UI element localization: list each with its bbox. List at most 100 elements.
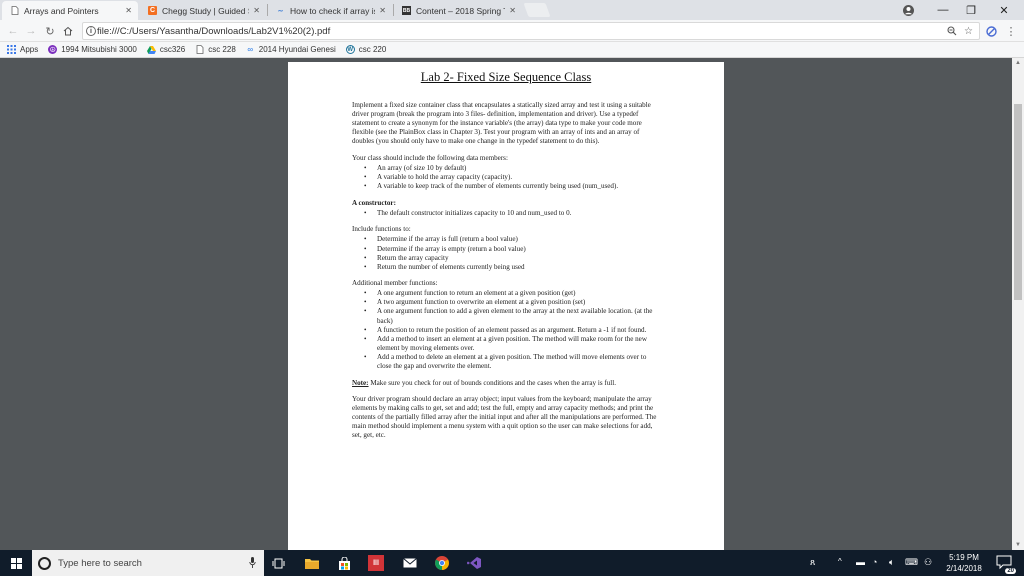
bookmark-label: csc326 bbox=[159, 45, 186, 54]
scroll-up-icon[interactable]: ▲ bbox=[1015, 60, 1021, 66]
action-center-button[interactable]: 20 bbox=[996, 554, 1016, 574]
people-icon[interactable]: ጸ bbox=[810, 557, 815, 568]
bookmark-label: 2014 Hyundai Genesi bbox=[258, 45, 336, 54]
list-item: Determine if the array is full (return a… bbox=[352, 235, 658, 244]
back-button[interactable]: ← bbox=[6, 23, 20, 39]
clock-time: 5:19 PM bbox=[949, 553, 979, 562]
tab-strip: Arrays and Pointers ✕ C Chegg Study | Gu… bbox=[0, 0, 1024, 20]
scroll-down-icon[interactable]: ▼ bbox=[1015, 542, 1021, 548]
note-label: Note: bbox=[352, 378, 369, 387]
mail-icon[interactable] bbox=[402, 555, 418, 571]
windows-icon bbox=[10, 557, 22, 569]
list-item: The default constructor initializes capa… bbox=[352, 209, 658, 218]
forward-button[interactable]: → bbox=[24, 23, 38, 39]
restore-button[interactable]: ❐ bbox=[960, 0, 982, 20]
network-icon[interactable]: ⚇ bbox=[924, 557, 932, 568]
chevron-up-icon[interactable]: ^ bbox=[838, 557, 842, 566]
close-tab-icon[interactable]: ✕ bbox=[253, 6, 260, 15]
document-body: Implement a fixed size container class t… bbox=[352, 101, 658, 448]
close-tab-icon[interactable]: ✕ bbox=[509, 6, 516, 15]
additional-list: A one argument function to return an ele… bbox=[352, 289, 658, 371]
zoom-icon[interactable] bbox=[947, 26, 957, 39]
additional-heading: Additional member functions: bbox=[352, 279, 438, 288]
pdf-viewer: Lab 2- Fixed Size Sequence Class Impleme… bbox=[0, 58, 1024, 552]
search-placeholder: Type here to search bbox=[58, 557, 142, 569]
bookmarks-bar: Apps ☮ 1994 Mitsubishi 3000 csc326 csc 2… bbox=[0, 42, 1024, 58]
tab-title: Chegg Study | Guided So bbox=[162, 5, 250, 16]
list-item: Add a method to insert an element at a g… bbox=[352, 335, 658, 353]
vertical-scrollbar[interactable]: ▲ ▼ bbox=[1012, 58, 1024, 550]
apps-icon bbox=[7, 45, 16, 54]
office-app-icon[interactable]: lll bbox=[368, 555, 384, 571]
bookmark-csc228[interactable]: csc 228 bbox=[195, 45, 236, 54]
address-bar[interactable]: i file:///C:/Users/Yasantha/Downloads/La… bbox=[82, 22, 980, 40]
close-window-button[interactable]: ✕ bbox=[992, 0, 1016, 20]
bookmark-label: csc 220 bbox=[358, 45, 387, 54]
bookmark-apps[interactable]: Apps bbox=[7, 45, 38, 54]
tab-how-to-check-array[interactable]: ∼ How to check if array is ✕ bbox=[268, 1, 392, 20]
wifi-icon[interactable]: ◔ bbox=[872, 557, 877, 567]
note-paragraph: Note: Make sure you check for out of bou… bbox=[352, 379, 658, 388]
volume-icon[interactable]: 🔈︎ bbox=[889, 557, 894, 568]
bookmark-csc220[interactable]: W csc 220 bbox=[345, 45, 387, 54]
tab-chegg-study[interactable]: C Chegg Study | Guided So ✕ bbox=[140, 1, 266, 20]
new-tab-button[interactable] bbox=[523, 3, 551, 17]
bookmark-star-icon[interactable]: ☆ bbox=[964, 26, 973, 37]
profile-icon[interactable] bbox=[898, 0, 918, 20]
notification-count: 20 bbox=[1005, 568, 1016, 574]
list-item: An array (of size 10 by default) bbox=[352, 164, 658, 173]
chrome-icon[interactable] bbox=[434, 555, 450, 571]
extension-icon[interactable] bbox=[984, 23, 998, 39]
list-item: A variable to keep track of the number o… bbox=[352, 182, 658, 191]
battery-icon[interactable]: ▬ bbox=[856, 557, 865, 567]
minimize-button[interactable]: — bbox=[932, 0, 954, 20]
bookmark-hyundai[interactable]: ∞ 2014 Hyundai Genesi bbox=[246, 45, 336, 54]
store-icon[interactable] bbox=[336, 555, 352, 571]
qa-icon: ∼ bbox=[277, 7, 284, 15]
reload-button[interactable]: ↻ bbox=[43, 23, 57, 39]
bookmark-1994-mitsubishi[interactable]: ☮ 1994 Mitsubishi 3000 bbox=[48, 45, 137, 54]
peace-icon: ☮ bbox=[48, 45, 58, 54]
keyboard-icon[interactable]: ⌨︎ bbox=[905, 557, 918, 568]
list-item: A variable to hold the array capacity (c… bbox=[352, 173, 658, 182]
document-title: Lab 2- Fixed Size Sequence Class bbox=[420, 70, 592, 84]
file-explorer-icon[interactable] bbox=[304, 555, 320, 571]
list-item: A function to return the position of an … bbox=[352, 326, 658, 335]
menu-icon[interactable]: ⋮ bbox=[1004, 23, 1018, 39]
doc-icon bbox=[195, 45, 204, 54]
constructor-heading: A constructor: bbox=[352, 198, 396, 207]
info-icon[interactable]: i bbox=[86, 26, 96, 36]
close-tab-icon[interactable]: ✕ bbox=[125, 6, 132, 15]
pdf-page: Lab 2- Fixed Size Sequence Class Impleme… bbox=[288, 62, 724, 552]
link-icon: ∞ bbox=[247, 45, 254, 54]
bookmark-label: 1994 Mitsubishi 3000 bbox=[61, 45, 137, 54]
page-icon bbox=[10, 6, 19, 15]
address-url: file:///C:/Users/Yasantha/Downloads/Lab2… bbox=[97, 26, 331, 37]
drive-icon bbox=[146, 45, 156, 54]
visual-studio-icon[interactable] bbox=[466, 555, 482, 571]
clock[interactable]: 5:19 PM 2/14/2018 bbox=[940, 552, 988, 574]
functions-list: Determine if the array is full (return a… bbox=[352, 235, 658, 271]
tab-title: How to check if array is bbox=[290, 5, 376, 16]
taskbar: Type here to search lll ጸ ^ ▬ ◔ 🔈︎ ⌨︎ ⚇ … bbox=[0, 550, 1024, 576]
home-button[interactable] bbox=[61, 23, 75, 39]
list-item: A one argument function to add a given e… bbox=[352, 307, 658, 325]
intro-paragraph: Implement a fixed size container class t… bbox=[352, 101, 651, 146]
list-item: A two argument function to overwrite an … bbox=[352, 298, 658, 307]
list-item: Determine if the array is empty (return … bbox=[352, 245, 658, 254]
taskbar-search[interactable]: Type here to search bbox=[32, 550, 264, 576]
list-item: Return the number of elements currently … bbox=[352, 263, 658, 272]
scrollbar-thumb[interactable] bbox=[1014, 104, 1022, 300]
browser-toolbar: ← → ↻ i file:///C:/Users/Yasantha/Downlo… bbox=[0, 20, 1024, 42]
driver-paragraph: Your driver program should declare an ar… bbox=[352, 395, 657, 440]
start-button[interactable] bbox=[0, 550, 32, 576]
tab-content-spring[interactable]: BB Content – 2018 Spring Te ✕ bbox=[394, 1, 522, 20]
d2l-icon: BB bbox=[402, 6, 411, 15]
task-view-icon[interactable] bbox=[270, 555, 286, 571]
microphone-icon[interactable] bbox=[249, 557, 256, 571]
tab-arrays-and-pointers[interactable]: Arrays and Pointers ✕ bbox=[2, 1, 138, 20]
functions-heading: Include functions to: bbox=[352, 225, 411, 234]
close-tab-icon[interactable]: ✕ bbox=[379, 6, 386, 15]
bookmark-csc326[interactable]: csc326 bbox=[146, 45, 186, 54]
tab-title: Arrays and Pointers bbox=[24, 5, 99, 16]
